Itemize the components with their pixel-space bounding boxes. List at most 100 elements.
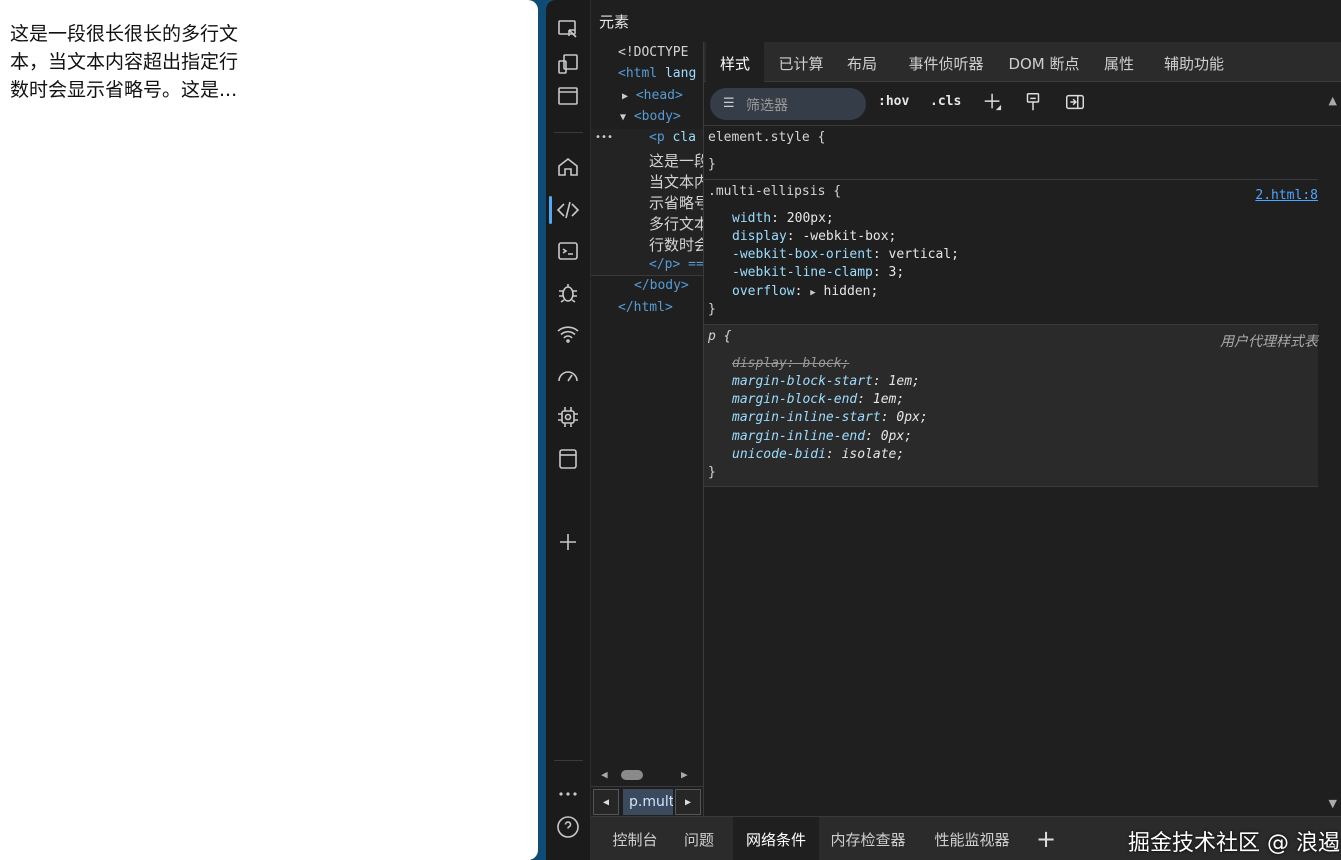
drawer-tab-network-conditions[interactable]: 网络条件: [733, 817, 819, 860]
prop-value: 200px;: [786, 211, 834, 226]
decl-display[interactable]: display: -webkit-box;: [732, 229, 896, 244]
prop-value: vertical;: [888, 247, 959, 262]
inspect-icon[interactable]: [554, 16, 582, 44]
p-close-tag[interactable]: </p> ==: [649, 257, 703, 272]
tab-properties[interactable]: 属性: [1100, 42, 1138, 82]
paint-brush-icon[interactable]: [1022, 91, 1046, 115]
expand-value-icon[interactable]: ▶: [810, 288, 815, 298]
decl-margin-block-end[interactable]: margin-block-end: 1em;: [732, 392, 904, 407]
element-style-rule[interactable]: element.style { }: [704, 126, 1318, 180]
dom-horizontal-scrollbar[interactable]: ◀ ▶: [591, 767, 703, 781]
prop-value: hidden;: [823, 284, 879, 299]
watermark: 掘金技术社区 @ 浪遏: [1128, 831, 1340, 856]
styles-panel: 样式 已计算 布局 事件侦听器 DOM 断点 属性 辅助功能 ☰ 筛选器 :ho…: [704, 42, 1341, 816]
styles-tab-bar: 样式 已计算 布局 事件侦听器 DOM 断点 属性 辅助功能: [704, 42, 1341, 82]
collapse-triangle-icon[interactable]: ▼: [620, 112, 626, 123]
decl-margin-inline-end[interactable]: margin-inline-end: 0px;: [732, 429, 912, 444]
prop-name: -webkit-box-orient: [732, 247, 873, 262]
tab-event-listeners[interactable]: 事件侦听器: [899, 42, 993, 82]
html-tag: <html: [618, 66, 658, 81]
decl-margin-inline-start[interactable]: margin-inline-start: 0px;: [732, 410, 928, 425]
dom-tree-panel[interactable]: <!DOCTYPE <html lang ▶ <head> ▼ <body> •…: [591, 42, 704, 816]
elements-code-icon[interactable]: [554, 196, 582, 224]
more-icon[interactable]: [554, 780, 582, 808]
p-ua-rule[interactable]: p { 用户代理样式表 display: block; margin-block…: [704, 325, 1318, 487]
p-class-attr: cla: [672, 130, 696, 145]
debugger-bug-icon[interactable]: [554, 279, 582, 307]
drawer-tab-issues[interactable]: 问题: [677, 817, 721, 860]
prop-name: margin-block-end: [732, 392, 858, 407]
home-icon[interactable]: [554, 153, 582, 181]
decl-unicode-bidi[interactable]: unicode-bidi: isolate;: [732, 447, 904, 462]
memory-chip-icon[interactable]: [554, 403, 582, 431]
devtools-window: 元素 <!DOCTYPE <html lang ▶ <head> ▼ <body…: [546, 0, 1341, 860]
multi-ellipsis-paragraph: 这是一段很长很长的多行文 本，当文本内容超出指定行 数时会显示省略号。这是...: [10, 23, 239, 101]
prop-name: display: [732, 229, 787, 244]
drawer-tab-console[interactable]: 控制台: [605, 817, 665, 860]
tab-accessibility[interactable]: 辅助功能: [1156, 42, 1232, 82]
prop-name: display: [732, 356, 787, 371]
p-selector: p {: [708, 329, 732, 344]
p-node[interactable]: <p cla: [649, 130, 696, 145]
decl-width[interactable]: width: 200px;: [732, 211, 834, 226]
decl-box-orient[interactable]: -webkit-box-orient: vertical;: [732, 247, 959, 262]
drawer-tab-performance-monitor[interactable]: 性能监视器: [927, 817, 1017, 860]
prop-name: overflow: [732, 284, 795, 299]
breadcrumb-next-button[interactable]: ▶: [675, 789, 701, 815]
multi-ellipsis-rule[interactable]: .multi-ellipsis { 2.html:8 width: 200px;…: [704, 180, 1318, 325]
scroll-right-icon[interactable]: ▶: [681, 768, 688, 781]
hov-button[interactable]: :hov: [878, 94, 909, 109]
activity-bar: [546, 0, 591, 860]
p-tag: <p: [649, 130, 665, 145]
decl-display-overridden[interactable]: display: block;: [732, 356, 849, 371]
decl-overflow[interactable]: overflow: ▶ hidden;: [732, 284, 878, 299]
tab-styles[interactable]: 样式: [706, 42, 764, 82]
add-tool-icon[interactable]: [554, 528, 582, 556]
source-link[interactable]: 2.html:8: [1255, 188, 1318, 203]
html-lang-attr: lang: [664, 66, 697, 81]
scroll-down-icon[interactable]: ▼: [1329, 797, 1337, 810]
tab-computed[interactable]: 已计算: [768, 42, 834, 82]
prop-value: 0px;: [880, 429, 913, 444]
prop-value: 0px;: [896, 410, 928, 425]
body-close-tag[interactable]: </body>: [634, 278, 689, 293]
text-line-3: 示省略号: [649, 194, 704, 212]
breadcrumb-bar: ◀ p.mult ▶: [591, 786, 703, 816]
help-icon[interactable]: [554, 813, 582, 841]
window-icon[interactable]: [554, 82, 582, 110]
performance-gauge-icon[interactable]: [554, 362, 582, 390]
drawer-tab-memory-inspector[interactable]: 内存检查器: [823, 817, 913, 860]
tab-dom-breakpoints[interactable]: DOM 断点: [1004, 42, 1084, 82]
toggle-sidebar-icon[interactable]: [1064, 91, 1088, 115]
tab-layout[interactable]: 布局: [840, 42, 884, 82]
breadcrumb-prev-button[interactable]: ◀: [593, 789, 619, 815]
body-node[interactable]: ▼ <body>: [620, 109, 681, 124]
scroll-left-icon[interactable]: ◀: [601, 768, 608, 781]
head-node[interactable]: ▶ <head>: [622, 88, 683, 103]
style-rules: element.style { } .multi-ellipsis { 2.ht…: [704, 126, 1318, 487]
add-drawer-tab-icon[interactable]: +: [1036, 825, 1056, 853]
new-rule-icon[interactable]: [982, 91, 1006, 115]
prop-value: 1em;: [888, 374, 920, 389]
html-close-tag[interactable]: </html>: [618, 300, 673, 315]
filter-placeholder: 筛选器: [746, 98, 788, 114]
html-node[interactable]: <html lang: [618, 66, 696, 81]
expand-triangle-icon[interactable]: ▶: [622, 91, 628, 102]
decl-line-clamp[interactable]: -webkit-line-clamp: 3;: [732, 265, 904, 280]
prop-value: -webkit-box;: [802, 229, 897, 244]
prop-name: unicode-bidi: [732, 447, 826, 462]
network-wifi-icon[interactable]: [554, 320, 582, 348]
breadcrumb-item[interactable]: p.mult: [623, 789, 673, 815]
device-emulation-icon[interactable]: [554, 50, 582, 78]
text-line-4: 多行文本: [649, 215, 704, 233]
cls-button[interactable]: .cls: [930, 94, 961, 109]
scroll-up-icon[interactable]: ▲: [1329, 94, 1337, 107]
filter-input[interactable]: ☰ 筛选器: [710, 88, 866, 120]
console-icon[interactable]: [554, 237, 582, 265]
node-actions-ellipsis[interactable]: •••: [595, 132, 613, 143]
decl-margin-block-start[interactable]: margin-block-start: 1em;: [732, 374, 920, 389]
application-icon[interactable]: [554, 445, 582, 473]
scroll-thumb[interactable]: [621, 770, 643, 780]
drawer-tab-bar: 控制台 问题 网络条件 内存检查器 性能监视器 + 掘金技术社区 @ 浪遏: [591, 816, 1341, 860]
doctype-node[interactable]: <!DOCTYPE: [618, 45, 688, 60]
